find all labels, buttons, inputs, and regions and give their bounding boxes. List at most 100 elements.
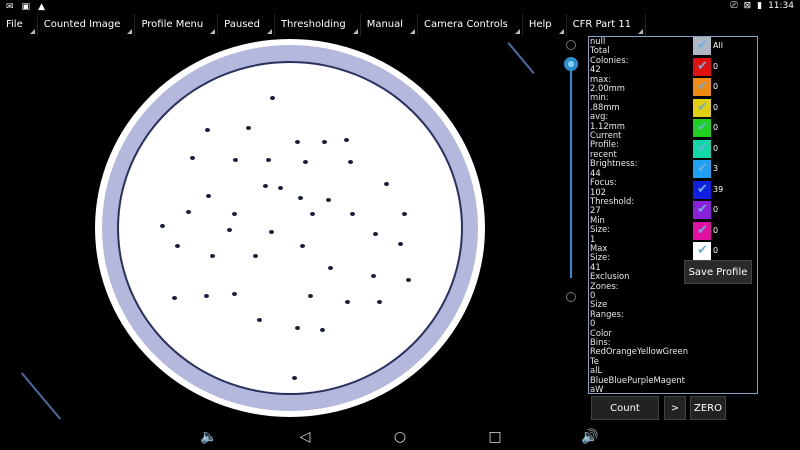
color-bins: ✔ All ✔ 0 ✔ 0 ✔ 0 ✔ 0 ✔ 0 ✔ 3 ✔ 39 ✔ 0 ✔ 0 ✔ 0 xyxy=(691,37,759,263)
image-icon: ▣ xyxy=(21,2,31,12)
menu-cfr-part-11[interactable]: CFR Part 11 xyxy=(567,14,647,36)
color-bin-all[interactable]: ✔ All xyxy=(691,37,759,58)
back-icon[interactable]: ◁ xyxy=(296,428,314,446)
colony-dot xyxy=(246,126,251,130)
slider-bottom-cap xyxy=(566,292,576,302)
results-panel: null Total Colonies: 42 max: 2.00mm min: .88mm a… xyxy=(588,36,758,394)
colony-dot xyxy=(232,212,237,216)
colony-dot xyxy=(345,300,350,304)
color-swatch[interactable]: ✔ xyxy=(693,98,711,117)
color-bin-count: 3 xyxy=(713,164,719,173)
colony-dot xyxy=(172,296,177,300)
color-bin-count: 0 xyxy=(713,82,719,91)
color-swatch[interactable]: ✔ xyxy=(693,119,711,137)
slider-top-cap xyxy=(566,40,576,50)
color-bin-count: 0 xyxy=(713,225,719,235)
colony-dot xyxy=(266,158,271,162)
menu-manual[interactable]: Manual xyxy=(361,14,419,36)
results-line: RedOrangeYellowGreenTe xyxy=(590,346,688,366)
menu-thresholding[interactable]: Thresholding xyxy=(275,14,361,36)
next-button[interactable]: > xyxy=(664,396,686,420)
menu-camera-controls[interactable]: Camera Controls xyxy=(418,14,523,36)
color-bin-count: All xyxy=(713,41,723,50)
colony-dot xyxy=(406,278,411,282)
color-bin-blue[interactable]: ✔ 39 xyxy=(691,180,759,202)
colony-dot xyxy=(308,294,313,298)
save-profile-button[interactable]: Save Profile xyxy=(684,260,752,284)
camera-view[interactable] xyxy=(0,36,555,421)
colony-dot xyxy=(210,254,215,258)
count-button[interactable]: Count xyxy=(591,396,659,420)
colony-dot xyxy=(227,228,232,232)
menu-paused[interactable]: Paused xyxy=(218,14,275,36)
color-swatch[interactable]: ✔ xyxy=(693,201,711,219)
volume-down-icon[interactable]: 🔈 xyxy=(200,428,218,446)
zero-button[interactable]: ZERO xyxy=(690,396,726,420)
colony-dot xyxy=(373,232,378,236)
battery-icon: ▮ xyxy=(757,1,763,11)
menu-profile[interactable]: Profile Menu xyxy=(135,14,219,36)
recents-icon[interactable]: □ xyxy=(486,428,504,446)
colony-dot xyxy=(300,244,305,248)
color-bin-red[interactable]: ✔ 0 xyxy=(691,57,759,79)
colony-dot xyxy=(348,160,353,164)
colony-dot xyxy=(326,198,331,202)
slider-track xyxy=(570,64,572,278)
colony-dot xyxy=(303,160,308,164)
petri-dish-agar xyxy=(117,61,463,395)
checkmark-icon: ✔ xyxy=(697,222,708,238)
colony-dot xyxy=(371,274,376,278)
results-line: 27 xyxy=(590,205,601,216)
glare-streak xyxy=(507,42,535,74)
color-bin-teal[interactable]: ✔ 0 xyxy=(691,139,759,161)
colony-dot xyxy=(295,140,300,144)
slider-knob[interactable] xyxy=(564,57,578,71)
colony-dot xyxy=(206,194,211,198)
menu-help[interactable]: Help xyxy=(523,14,567,36)
color-bin-orange[interactable]: ✔ 0 xyxy=(691,78,759,99)
color-bin-count: 0 xyxy=(713,102,719,112)
colony-dot xyxy=(253,254,258,258)
color-bin-light-blue[interactable]: ✔ 3 xyxy=(691,160,759,181)
color-swatch[interactable]: ✔ xyxy=(693,242,711,260)
color-bin-green[interactable]: ✔ 0 xyxy=(691,119,759,140)
colony-dot xyxy=(190,156,195,160)
checkmark-icon: ✔ xyxy=(697,202,708,217)
menu-counted-image[interactable]: Counted Image xyxy=(38,14,136,36)
color-bin-purple[interactable]: ✔ 0 xyxy=(691,201,759,222)
color-swatch[interactable]: ✔ xyxy=(693,57,711,76)
color-swatch[interactable]: ✔ xyxy=(693,160,711,178)
color-swatch[interactable]: ✔ xyxy=(693,37,711,55)
color-bin-count: 0 xyxy=(713,143,719,153)
menu-file[interactable]: File xyxy=(0,14,38,36)
color-swatch[interactable]: ✔ xyxy=(693,78,711,96)
colony-dot xyxy=(328,266,333,270)
color-bin-count: 0 xyxy=(713,246,719,255)
cast-icon: ⎚ xyxy=(730,1,738,11)
colony-dot xyxy=(186,210,191,214)
color-swatch[interactable]: ✔ xyxy=(693,139,711,158)
color-swatch[interactable]: ✔ xyxy=(693,221,711,240)
zoom-slider[interactable] xyxy=(564,40,578,302)
home-icon[interactable]: ○ xyxy=(391,428,409,446)
colony-dot xyxy=(205,128,210,132)
color-bin-yellow[interactable]: ✔ 0 xyxy=(691,98,759,120)
colony-dot xyxy=(175,244,180,248)
colony-dot xyxy=(278,186,283,190)
results-line: Brightness: xyxy=(590,158,638,169)
color-bin-magenta[interactable]: ✔ 0 xyxy=(691,221,759,243)
colony-dot xyxy=(263,184,268,188)
color-swatch[interactable]: ✔ xyxy=(693,180,711,199)
colony-dot xyxy=(310,212,315,216)
results-line: Zones: xyxy=(590,280,619,291)
color-bin-count: 0 xyxy=(713,123,719,132)
results-line: BlueBluePurpleMagentaW xyxy=(590,374,685,393)
results-line: Size: xyxy=(590,252,611,263)
checkmark-icon: ✔ xyxy=(697,181,708,197)
glare-streak xyxy=(20,372,62,420)
colony-dot xyxy=(233,158,238,162)
colony-dot xyxy=(270,96,275,100)
volume-up-icon[interactable]: 🔊 xyxy=(581,428,599,446)
colony-dot xyxy=(160,224,165,228)
color-bin-count: 0 xyxy=(713,61,719,71)
